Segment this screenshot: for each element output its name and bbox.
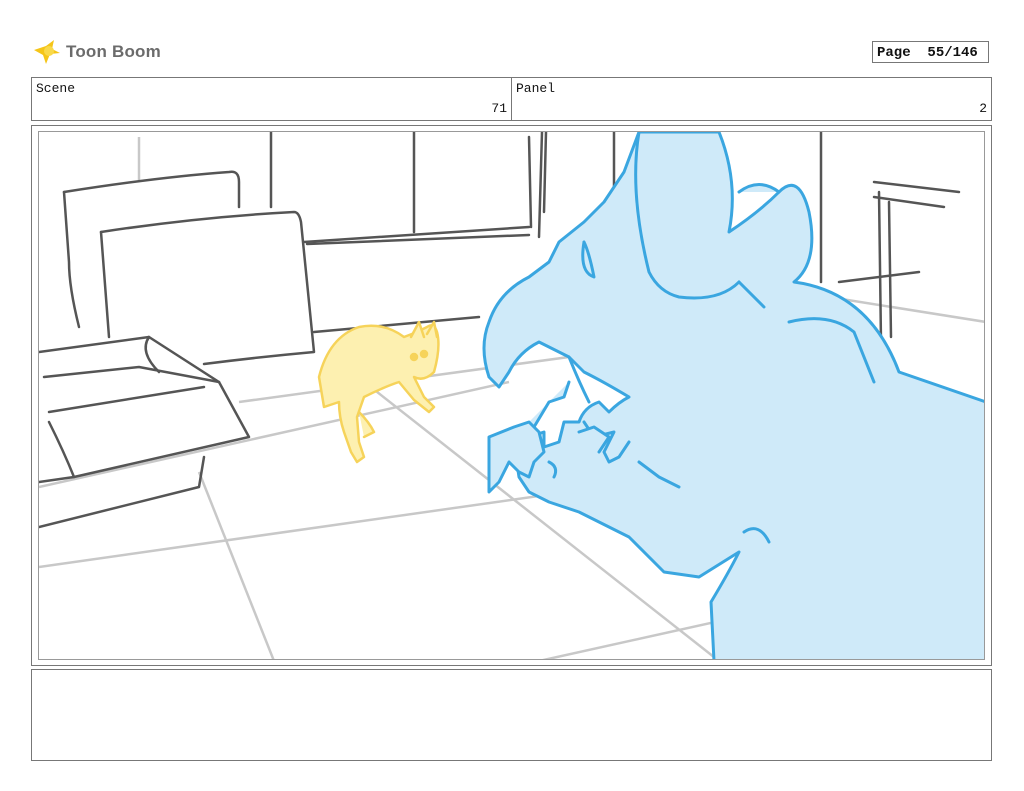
- scene-number: 71: [491, 101, 507, 116]
- scene-label: Scene: [36, 81, 76, 96]
- toon-boom-star-icon: [34, 40, 60, 64]
- storyboard-drawing: [38, 131, 985, 660]
- panel-cell: Panel 2: [512, 78, 991, 120]
- creature-character: [482, 132, 984, 659]
- page-label: Page: [877, 45, 911, 61]
- panel-label: Panel: [516, 81, 556, 96]
- couch-sketch: [39, 170, 316, 529]
- scene-cell: Scene 71: [32, 78, 512, 120]
- page-number: 55/146: [927, 45, 978, 61]
- logo-text: Toon Boom: [66, 42, 161, 61]
- panel-notes-box: [31, 669, 992, 761]
- storyboard-panel-frame: [31, 125, 992, 666]
- page-indicator: Page 55/146: [872, 41, 989, 63]
- scene-panel-header: Scene 71 Panel 2: [31, 77, 992, 121]
- panel-number: 2: [979, 101, 987, 116]
- toon-boom-logo: Toon Boom: [32, 36, 162, 68]
- sketch-artwork: [39, 132, 984, 659]
